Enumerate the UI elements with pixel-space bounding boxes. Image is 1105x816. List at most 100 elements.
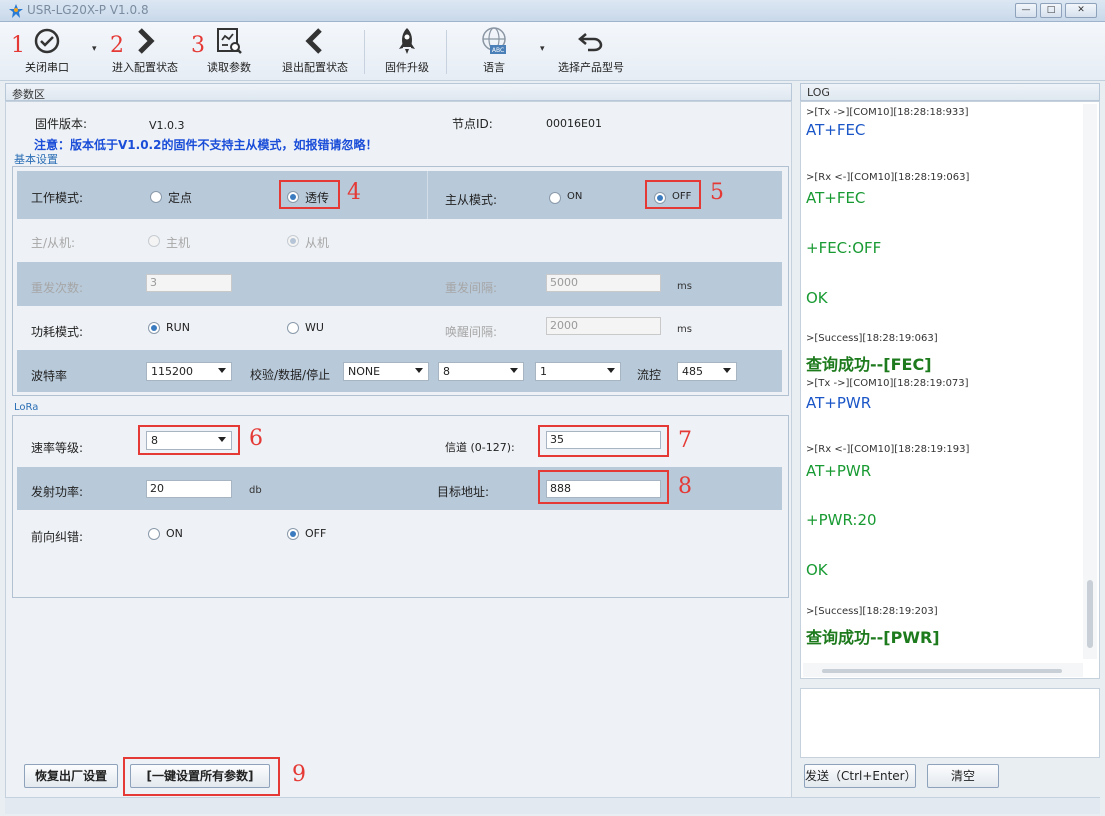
chevron-down-icon — [415, 368, 423, 373]
parity-value: NONE — [348, 365, 381, 378]
status-bar — [5, 797, 1100, 814]
language-label: 语言 — [483, 61, 505, 74]
power-mode-run-radio[interactable] — [148, 322, 160, 334]
power-mode-row — [17, 306, 782, 350]
log-line: OK — [806, 561, 828, 579]
node-id-label: 节点ID: — [452, 117, 493, 131]
log-vertical-scrollbar[interactable] — [1083, 104, 1097, 659]
parity-label: 校验/数据/停止 — [250, 368, 331, 382]
chevron-down-icon — [218, 368, 226, 373]
highlight-box — [538, 470, 669, 504]
tx-power-field[interactable]: 20 — [146, 480, 232, 498]
log-panel-header: LOG — [800, 83, 1100, 101]
highlight-box — [279, 180, 340, 209]
clear-button[interactable]: 清空 — [927, 764, 999, 788]
role-slave-radio[interactable] — [287, 235, 299, 247]
log-line: AT+FEC — [806, 189, 866, 207]
role-master-radio[interactable] — [148, 235, 160, 247]
app-logo-icon — [9, 4, 23, 18]
globe-abc-icon: ABC — [482, 27, 506, 54]
close-window-button[interactable]: ✕ — [1065, 3, 1097, 18]
title-bar: USR-LG20X-P V1.0.8 — □ ✕ — [0, 0, 1105, 22]
row-divider — [427, 171, 428, 219]
wake-interval-label: 唤醒间隔: — [445, 325, 498, 339]
work-mode-label: 工作模式: — [31, 191, 84, 205]
exit-config-button[interactable]: 退出配置状态 — [278, 26, 352, 75]
log-output[interactable] — [800, 101, 1100, 679]
retry-count-field[interactable]: 3 — [146, 274, 232, 292]
maximize-button[interactable]: □ — [1040, 3, 1062, 18]
master-slave-on-radio[interactable] — [549, 192, 561, 204]
data-bits-select[interactable]: 8 — [438, 362, 524, 381]
fec-on-radio[interactable] — [148, 528, 160, 540]
work-mode-fixed-label: 定点 — [168, 191, 193, 205]
firmware-version-value: V1.0.3 — [149, 119, 185, 132]
annotation-5: 5 — [710, 180, 724, 205]
parity-select[interactable]: NONE — [343, 362, 429, 381]
dropdown-arrow-icon[interactable]: ▾ — [540, 44, 545, 54]
dropdown-arrow-icon[interactable]: ▾ — [92, 44, 97, 54]
stop-bits-select[interactable]: 1 — [535, 362, 621, 381]
retry-row — [17, 262, 782, 306]
chevron-down-icon — [510, 368, 518, 373]
toolbar-divider — [446, 30, 447, 74]
log-line: >[Success][18:28:19:063] — [806, 333, 938, 344]
wake-interval-field[interactable]: 2000 — [546, 317, 661, 335]
read-params-button[interactable]: 读取参数 — [204, 26, 254, 75]
log-hscroll-thumb[interactable] — [822, 669, 1062, 673]
log-line: >[Success][18:28:19:203] — [806, 606, 938, 617]
retry-interval-field[interactable]: 5000 — [546, 274, 661, 292]
data-bits-value: 8 — [443, 365, 450, 378]
chevron-right-icon — [138, 28, 155, 54]
highlight-box — [123, 757, 280, 796]
enter-config-label: 进入配置状态 — [112, 61, 178, 74]
speed-level-label: 速率等级: — [31, 441, 84, 455]
power-mode-wu-label: WU — [305, 321, 324, 334]
log-line: >[Tx ->][COM10][18:28:19:073] — [806, 378, 969, 389]
retry-interval-label: 重发间隔: — [445, 281, 498, 295]
retry-count-label: 重发次数: — [31, 281, 84, 295]
fec-off-radio[interactable] — [287, 528, 299, 540]
annotation-4: 4 — [347, 180, 361, 205]
flow-control-select[interactable]: 485 — [677, 362, 737, 381]
channel-label: 信道 (0-127): — [445, 441, 515, 454]
log-scroll-thumb[interactable] — [1087, 580, 1093, 648]
log-line: AT+PWR — [806, 394, 872, 412]
firmware-upgrade-button[interactable]: 固件升级 — [382, 26, 432, 75]
baud-rate-label: 波特率 — [31, 369, 68, 383]
undo-arrow-icon — [578, 33, 603, 52]
annotation-2: 2 — [110, 33, 124, 58]
node-id-value: 00016E01 — [546, 117, 602, 130]
flow-control-value: 485 — [682, 365, 703, 378]
role-label: 主/从机: — [31, 236, 76, 250]
close-port-button[interactable]: 关闭串口 — [22, 26, 72, 75]
select-product-label: 选择产品型号 — [558, 61, 624, 74]
restore-factory-button[interactable]: 恢复出厂设置 — [24, 764, 118, 788]
role-row — [17, 219, 782, 262]
log-line: AT+PWR — [806, 462, 872, 480]
minimize-button[interactable]: — — [1015, 3, 1037, 18]
select-product-button[interactable]: 选择产品型号 — [554, 26, 628, 75]
highlight-box — [538, 425, 669, 457]
power-mode-run-label: RUN — [166, 321, 190, 334]
send-button[interactable]: 发送（Ctrl+Enter） — [804, 764, 917, 788]
baud-rate-select[interactable]: 115200 — [146, 362, 232, 381]
log-line: >[Rx <-][COM10][18:28:19:063] — [806, 172, 970, 183]
close-port-label: 关闭串口 — [25, 61, 69, 74]
log-line: OK — [806, 289, 828, 307]
language-button[interactable]: ABC 语言 — [474, 26, 514, 75]
power-mode-wu-radio[interactable] — [287, 322, 299, 334]
tx-power-unit: db — [249, 485, 262, 496]
check-circle-icon — [34, 28, 60, 54]
work-mode-fixed-radio[interactable] — [150, 191, 162, 203]
highlight-box — [138, 425, 240, 455]
toolbar-divider — [364, 30, 365, 74]
annotation-3: 3 — [191, 33, 205, 58]
send-input[interactable] — [800, 688, 1100, 758]
annotation-6: 6 — [249, 426, 263, 451]
annotation-1: 1 — [11, 33, 25, 58]
firmware-notice: 注意：版本低于V1.0.2的固件不支持主从模式，如报错请忽略！ — [34, 138, 378, 152]
log-line: +FEC:OFF — [806, 239, 882, 257]
log-line: 查询成功--[FEC] — [806, 355, 932, 374]
firmware-version-label: 固件版本: — [35, 117, 88, 131]
